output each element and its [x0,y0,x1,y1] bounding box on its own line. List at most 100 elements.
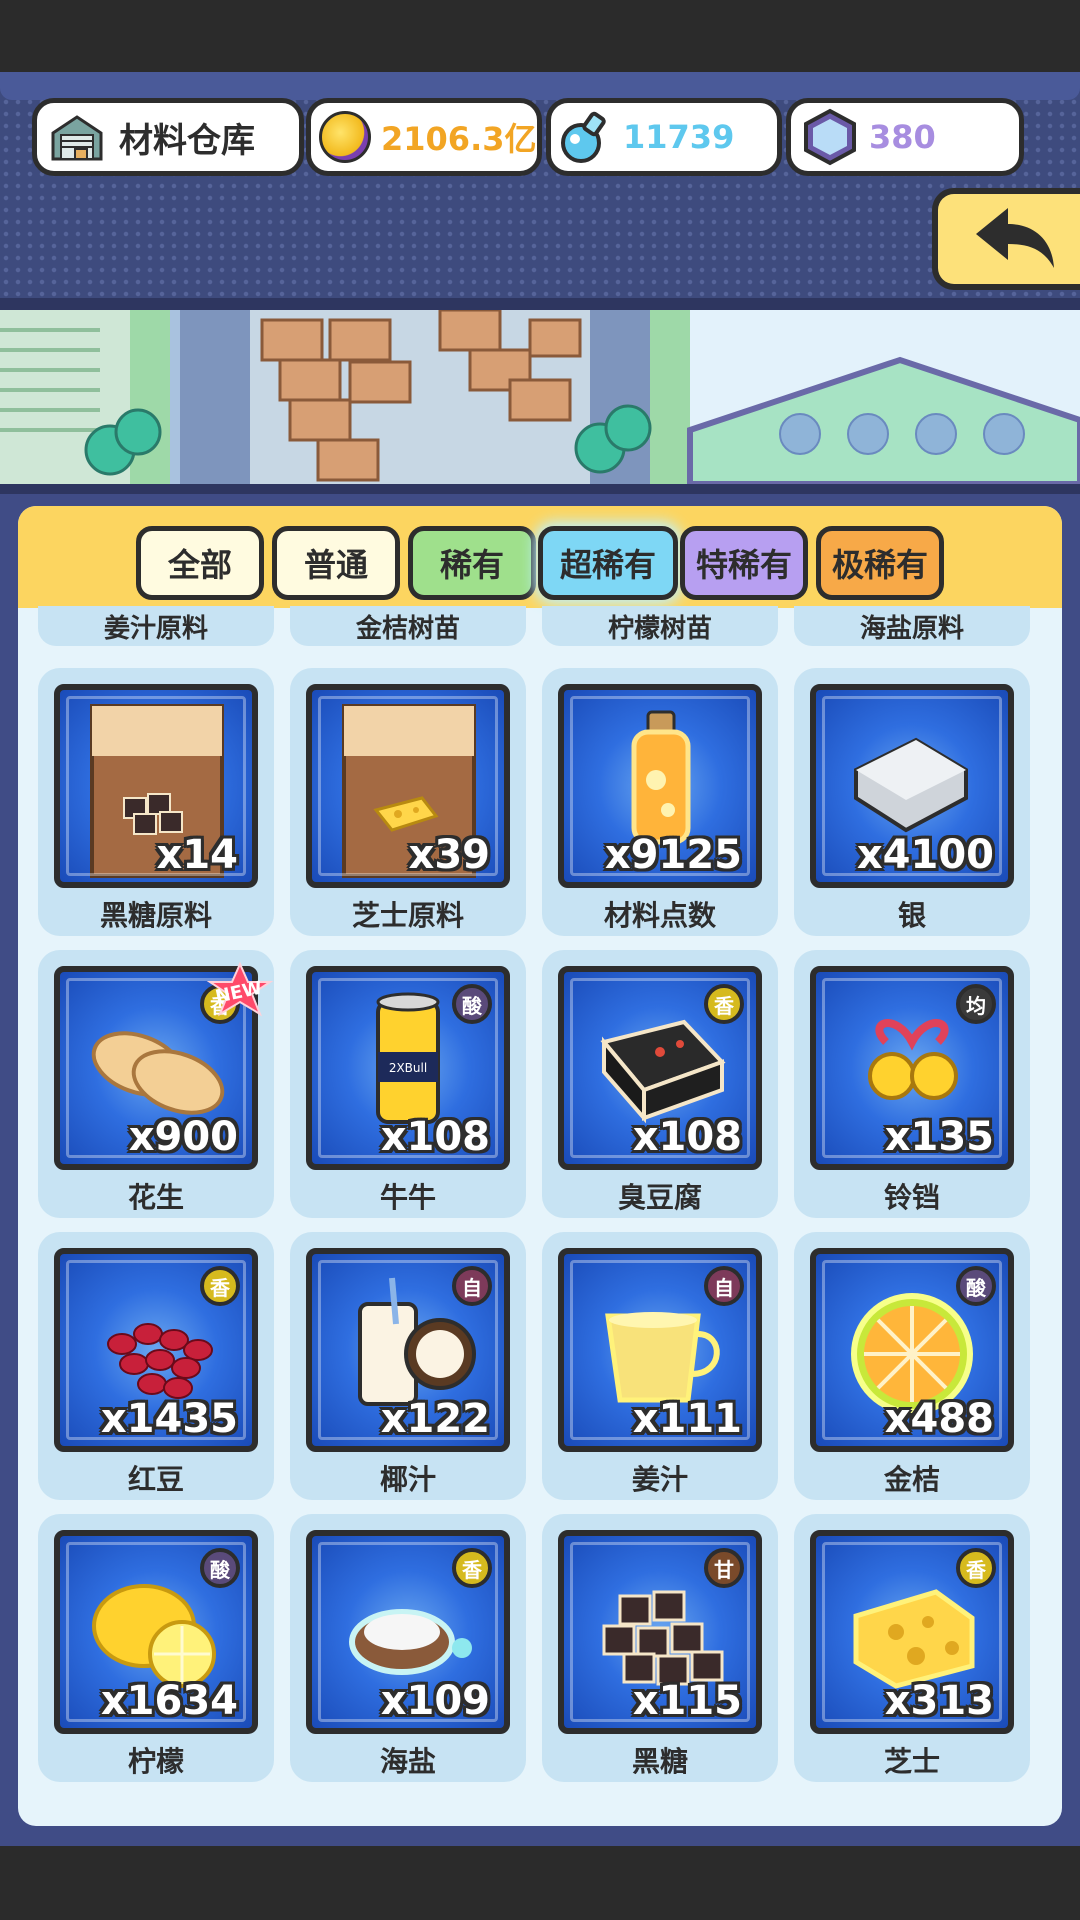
potion-counter: 11739 [546,98,782,176]
item-slot: 香 x1435 [54,1248,258,1452]
item-quantity: x115 [632,1678,742,1724]
partial-item-card[interactable]: 金桔树苗 [290,606,526,646]
top-bar [0,0,1080,72]
item-card[interactable]: 2XBull 酸 x108 牛牛 [290,950,526,1218]
tab-rare[interactable]: 稀有 [408,526,536,600]
flavor-badge: 均 [956,984,996,1024]
item-card[interactable]: x4100 银 [794,668,1030,936]
item-name: 柠檬树苗 [607,614,712,644]
item-name: 柠檬 [127,1745,184,1778]
item-quantity: x313 [884,1678,994,1724]
item-card[interactable]: x39 芝士原料 [290,668,526,936]
item-card[interactable]: 香 x109 海盐 [290,1514,526,1782]
flavor-badge: 酸 [200,1548,240,1588]
item-quantity: x1634 [100,1678,238,1724]
rarity-tab-strip: 全部 普通 稀有 超稀有 特稀有 极稀有 [18,506,1062,608]
partial-item-card[interactable]: 海盐原料 [794,606,1030,646]
coin-icon [319,111,371,163]
item-name: 银 [897,899,926,932]
warehouse-scene [0,310,1080,484]
bottom-bar [0,1846,1080,1920]
item-card[interactable]: 均 x135 铃铛 [794,950,1030,1218]
item-card[interactable]: 甘 x115 黑糖 [542,1514,778,1782]
item-quantity: x1435 [100,1396,238,1442]
item-quantity: x122 [380,1396,490,1442]
item-quantity: x111 [632,1396,742,1442]
item-name: 芝士 [883,1745,940,1778]
item-card[interactable]: 香 x1435 红豆 [38,1232,274,1500]
inventory-panel: 全部 普通 稀有 超稀有 特稀有 极稀有 姜汁原料 金桔树苗 柠檬树苗 海盐原料… [18,506,1062,1826]
item-name: 铃铛 [883,1181,940,1214]
item-slot: 酸 x1634 [54,1530,258,1734]
item-name: 黑糖原料 [99,899,212,932]
item-quantity: x109 [380,1678,490,1724]
item-quantity: x108 [380,1114,490,1160]
potion-value: 11739 [623,118,735,156]
flavor-badge: 香 [704,984,744,1024]
item-card[interactable]: 酸 x488 金桔 [794,1232,1030,1500]
item-slot: x39 [306,684,510,888]
item-name: 臭豆腐 [617,1181,702,1214]
item-slot: 均 x135 [810,966,1014,1170]
back-arrow-icon [976,208,1054,268]
coin-counter: 2106.3亿 [306,98,542,176]
item-quantity: x135 [884,1114,994,1160]
page-title: 材料仓库 [119,120,255,161]
item-card[interactable]: x9125 材料点数 [542,668,778,936]
item-slot: 自 x122 [306,1248,510,1452]
item-card[interactable]: 自 x111 姜汁 [542,1232,778,1500]
item-name: 牛牛 [379,1181,436,1214]
gem-value: 380 [869,118,936,156]
hexagon-gem-icon [804,108,856,166]
gem-counter: 380 [786,98,1024,176]
item-card[interactable]: 香 x108 臭豆腐 [542,950,778,1218]
flavor-badge: 自 [452,1266,492,1306]
tab-super-rare[interactable]: 超稀有 [538,526,678,600]
item-name: 海盐 [379,1745,436,1778]
new-star-badge: NEW [206,962,274,1017]
item-slot: x9125 [558,684,762,888]
partial-item-card[interactable]: 姜汁原料 [38,606,274,646]
item-card[interactable]: 酸 x1634 柠檬 [38,1514,274,1782]
item-quantity: x14 [156,832,238,878]
item-name: 海盐原料 [859,614,964,644]
tab-all[interactable]: 全部 [136,526,264,600]
flavor-badge: 酸 [956,1266,996,1306]
warehouse-scene-art [0,310,1080,484]
flask-icon [561,111,606,163]
tab-common[interactable]: 普通 [272,526,400,600]
item-quantity: x488 [884,1396,994,1442]
item-quantity: x4100 [856,832,994,878]
partial-item-card[interactable]: 柠檬树苗 [542,606,778,646]
header-divider [0,298,1080,310]
flavor-badge: 甘 [704,1548,744,1588]
item-card[interactable]: x14 黑糖原料 [38,668,274,936]
scene-divider [0,484,1080,494]
item-name: 姜汁 [631,1463,688,1496]
item-name: 姜汁原料 [103,614,208,644]
tab-ultra-rare[interactable]: 极稀有 [816,526,944,600]
item-card[interactable]: 香 x313 芝士 [794,1514,1030,1782]
can-label: 2XBull [389,1061,427,1075]
item-name: 材料点数 [603,899,716,932]
coin-value: 2106.3亿 [381,120,537,158]
flavor-badge: 香 [956,1548,996,1588]
item-slot: x14 [54,684,258,888]
item-slot: 自 x111 [558,1248,762,1452]
item-name: 芝士原料 [351,899,464,932]
item-quantity: x9125 [604,832,742,878]
item-card[interactable]: 自 x122 椰汁 [290,1232,526,1500]
warehouse-title-chip: 材料仓库 [32,98,304,176]
tab-special-rare[interactable]: 特稀有 [680,526,808,600]
item-name: 红豆 [127,1463,184,1496]
item-quantity: x39 [408,832,490,878]
item-slot: 2XBull 酸 x108 [306,966,510,1170]
back-button[interactable] [932,188,1080,290]
item-name: 椰汁 [379,1463,436,1496]
item-name: 金桔树苗 [355,614,460,644]
header-top-edge [0,72,1080,100]
item-quantity: x900 [128,1114,238,1160]
item-name: 金桔 [883,1463,940,1496]
item-slot: 香 x109 [306,1530,510,1734]
item-name: 花生 [127,1181,184,1214]
